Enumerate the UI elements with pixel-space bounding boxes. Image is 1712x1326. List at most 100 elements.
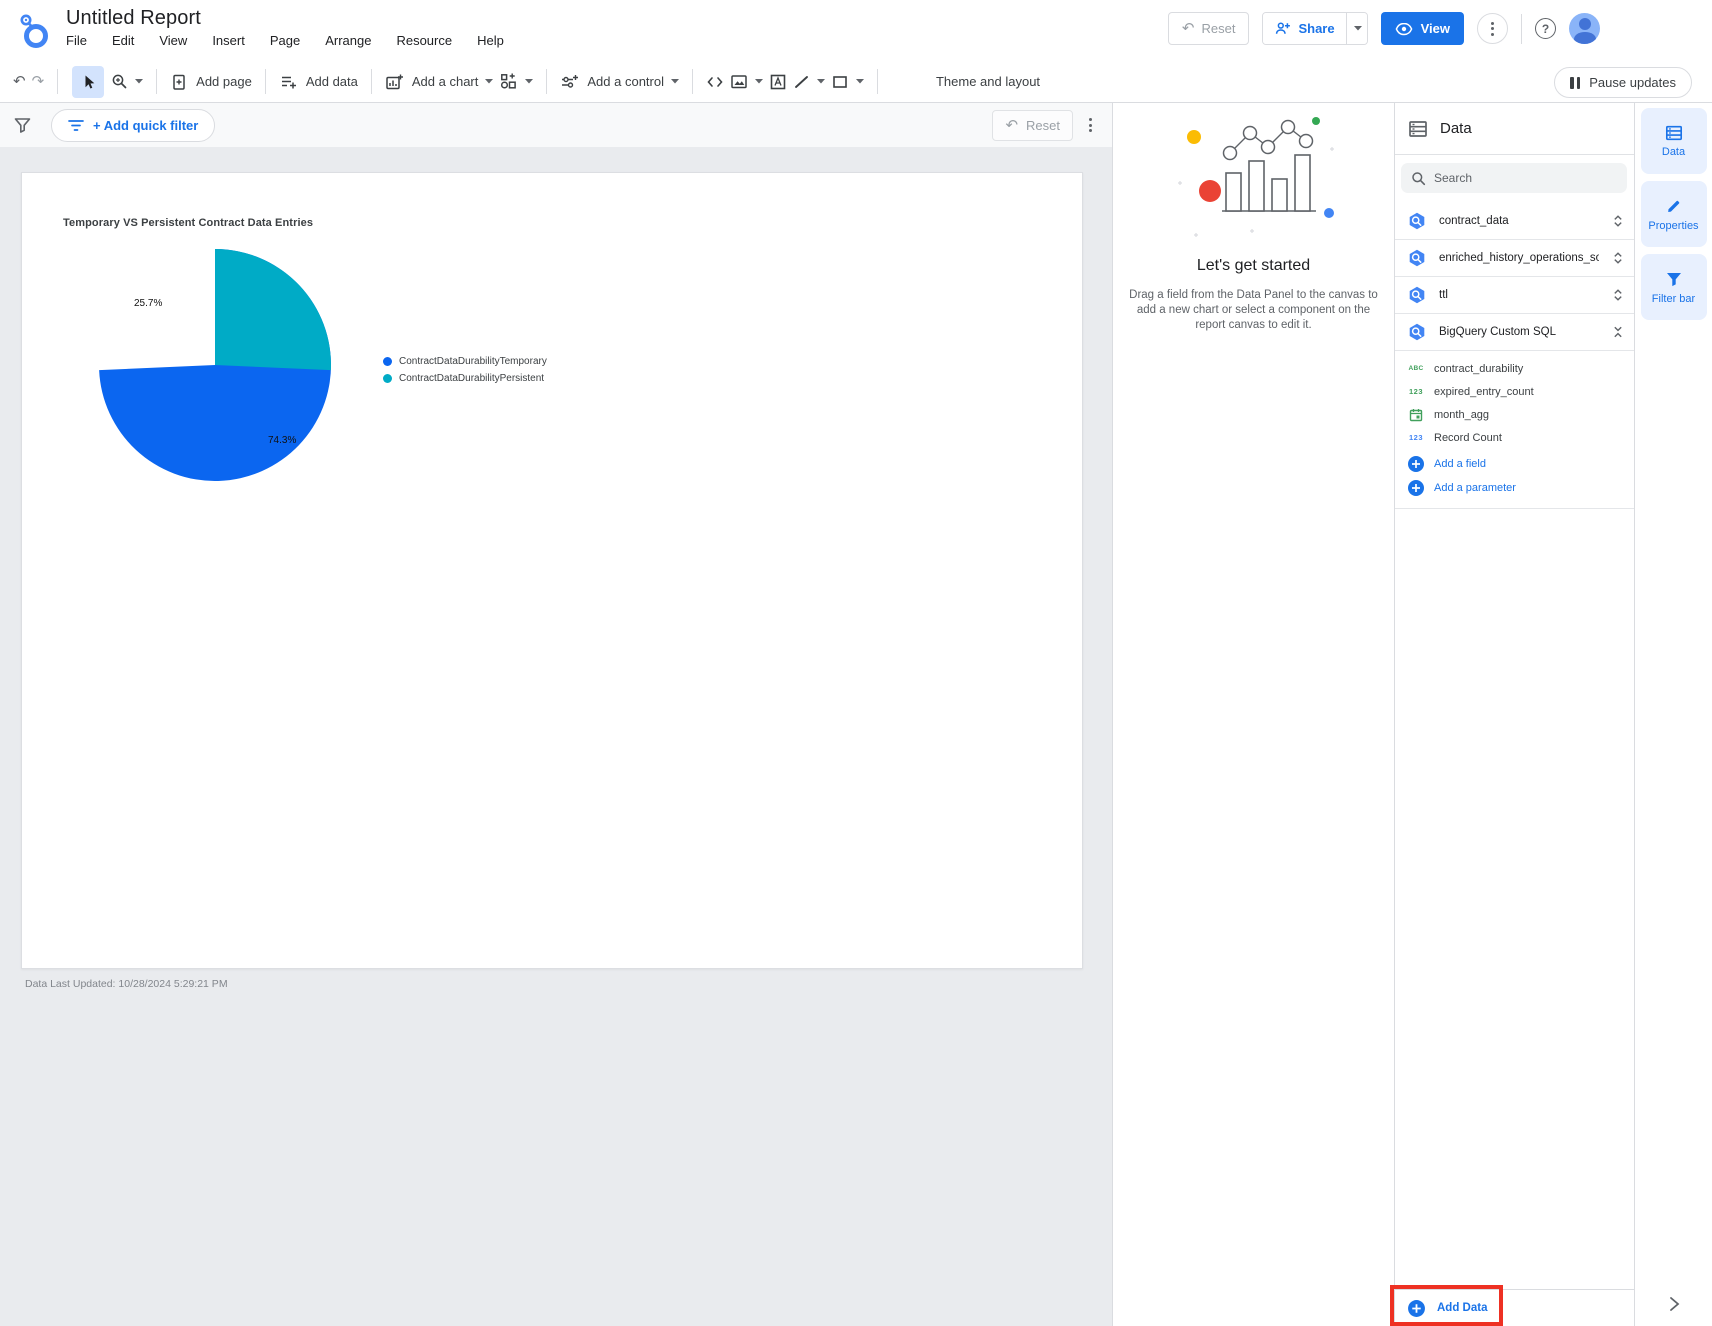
view-button[interactable]: View [1380,12,1464,45]
looker-studio-logo-icon[interactable] [16,12,52,50]
add-page-icon [173,74,185,90]
field-month-agg[interactable]: month_agg [1395,403,1634,426]
data-source-ttl[interactable]: ttl [1395,277,1634,314]
unfold-more-icon[interactable] [1611,251,1625,265]
search-input[interactable] [1434,171,1594,185]
legend-dot-persistent [383,374,392,383]
add-a-parameter-button[interactable]: Add a parameter [1395,476,1634,500]
insert-shape-button[interactable] [831,74,864,90]
pie-slice-label-persistent: 25.7% [134,298,163,309]
image-icon [731,75,747,89]
cursor-icon [85,75,94,89]
insert-image-button[interactable] [730,73,763,90]
reset-button[interactable]: ↶ Reset [1167,12,1250,45]
pie-chart[interactable] [99,249,331,481]
menu-bar: File Edit View Insert Page Arrange Resou… [66,33,504,48]
data-source-enriched-history-operations[interactable]: enriched_history_operations_sorob... [1395,240,1634,277]
bigquery-icon [1409,286,1425,304]
tab-data[interactable]: Data [1640,108,1707,174]
insert-text-button[interactable] [769,73,787,91]
add-a-field-button[interactable]: Add a field [1395,452,1634,476]
top-bar: Untitled Report File Edit View Insert Pa… [0,0,1712,61]
field-record-count[interactable]: 123 Record Count [1395,426,1634,449]
blue-dot [1323,208,1334,218]
menu-help[interactable]: Help [477,33,504,48]
text-icon [770,74,786,89]
undo-icon: ↶ [1005,115,1019,134]
chart-legend: ContractDataDurabilityTemporary Contract… [383,356,547,384]
data-source-list: contract_data enriched_history_operation… [1395,203,1634,351]
data-source-contract-data[interactable]: contract_data [1395,203,1634,240]
select-tool-button[interactable] [72,65,105,98]
eye-icon [1395,22,1413,35]
add-quick-filter-button[interactable]: + Add quick filter [51,108,216,142]
collapse-panel-chevron[interactable] [1668,1296,1680,1312]
add-page-button[interactable]: Add page [170,73,252,91]
legend-item-temporary: ContractDataDurabilityTemporary [383,356,547,367]
add-data-button[interactable]: Add data [279,73,358,91]
add-chart-button[interactable]: Add a chart [385,73,494,91]
filter-icon [14,117,31,133]
unfold-less-icon[interactable] [1611,325,1625,339]
header-divider [1521,13,1522,44]
pie-slice-label-temporary: 74.3% [268,435,297,446]
menu-arrange[interactable]: Arrange [325,33,371,48]
field-contract-durability[interactable]: ABC contract_durability [1395,357,1634,380]
menu-edit[interactable]: Edit [112,33,134,48]
add-chart-icon [386,74,403,89]
data-source-bigquery-custom-sql[interactable]: BigQuery Custom SQL [1395,314,1634,351]
bigquery-icon [1409,212,1425,230]
share-button-group: Share [1262,12,1368,45]
chart-title: Temporary VS Persistent Contract Data En… [63,217,314,229]
search-icon [1412,171,1426,185]
search-box[interactable] [1401,163,1627,193]
menu-file[interactable]: File [66,33,87,48]
pause-updates-button[interactable]: Pause updates [1554,67,1692,98]
share-button[interactable]: Share [1263,13,1346,44]
menu-view[interactable]: View [159,33,187,48]
menu-insert[interactable]: Insert [212,33,245,48]
add-control-button[interactable]: Add a control [560,73,679,91]
legend-dot-temporary [383,357,392,366]
unfold-more-icon[interactable] [1611,214,1625,228]
add-circle-icon [1408,480,1424,496]
quick-filter-bar: + Add quick filter ↶ Reset [0,103,1112,147]
filter-reset-button[interactable]: ↶ Reset [992,109,1073,141]
field-expired-entry-count[interactable]: 123 expired_entry_count [1395,380,1634,403]
pause-icon [1570,76,1581,89]
tab-properties[interactable]: Properties [1640,181,1707,247]
report-page[interactable]: Temporary VS Persistent Contract Data En… [21,172,1083,969]
embed-url-button[interactable] [706,74,724,90]
more-options-button[interactable] [1477,13,1508,44]
unfold-more-icon[interactable] [1611,288,1625,302]
report-title[interactable]: Untitled Report [66,7,504,30]
share-options-caret[interactable] [1345,13,1367,44]
undo-button[interactable]: ↶ [13,74,26,89]
menu-page[interactable]: Page [270,33,300,48]
pencil-icon [1667,200,1679,212]
date-field-type-icon [1407,408,1425,422]
shape-icon [833,75,847,88]
theme-and-layout-button[interactable]: Theme and layout [936,74,1040,89]
zoom-tool-button[interactable] [111,73,144,90]
data-panel-title: Data [1440,120,1472,137]
insert-line-button[interactable] [793,74,825,90]
legend-item-persistent: ContractDataDurabilityPersistent [383,373,547,384]
filter-bar-more-button[interactable] [1089,118,1092,132]
filter-list-icon [68,119,84,131]
code-icon [707,76,723,87]
tab-filter-bar[interactable]: Filter bar [1640,254,1707,320]
user-avatar[interactable] [1569,13,1600,44]
add-data-button-footer[interactable]: Add Data [1395,1289,1634,1326]
data-panel: Data contract_data enriched_history_oper… [1395,103,1635,1326]
funnel-icon [1666,272,1681,286]
menu-resource[interactable]: Resource [396,33,452,48]
community-visualizations-button[interactable] [499,72,534,91]
redo-button[interactable]: ↷ [32,74,45,89]
text-field-type-icon: ABC [1408,365,1424,372]
metric-field-type-icon: 123 [1408,433,1423,442]
yellow-dot [1186,130,1201,144]
help-icon[interactable]: ? [1535,18,1556,39]
data-last-updated-text: Data Last Updated: 10/28/2024 5:29:21 PM [25,978,228,990]
pie-slice-1[interactable] [215,249,331,371]
